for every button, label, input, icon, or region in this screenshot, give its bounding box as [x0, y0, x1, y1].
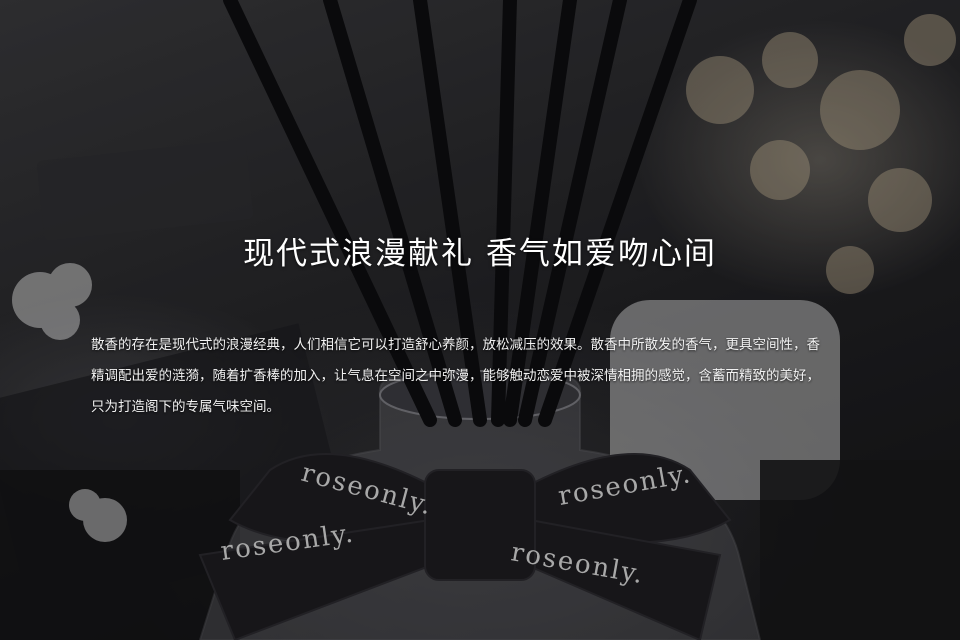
headline: 现代式浪漫献礼 香气如爱吻心间	[243, 236, 717, 272]
background-photo: roseonly. roseonly. roseonly. roseonly.	[0, 0, 960, 640]
vignette	[0, 0, 960, 640]
hero-banner: roseonly. roseonly. roseonly. roseonly. …	[0, 0, 960, 640]
description-line: 散香的存在是现代式的浪漫经典，人们相信它可以打造舒心养颜，放松减压的效果。散香中…	[91, 337, 820, 353]
description-line: 只为打造阁下的专属气味空间。	[91, 399, 280, 415]
description: 散香的存在是现代式的浪漫经典，人们相信它可以打造舒心养颜，放松减压的效果。散香中…	[91, 330, 871, 423]
description-line: 精调配出爱的涟漪，随着扩香棒的加入，让气息在空间之中弥漫，能够触动恋爱中被深情相…	[91, 368, 820, 384]
